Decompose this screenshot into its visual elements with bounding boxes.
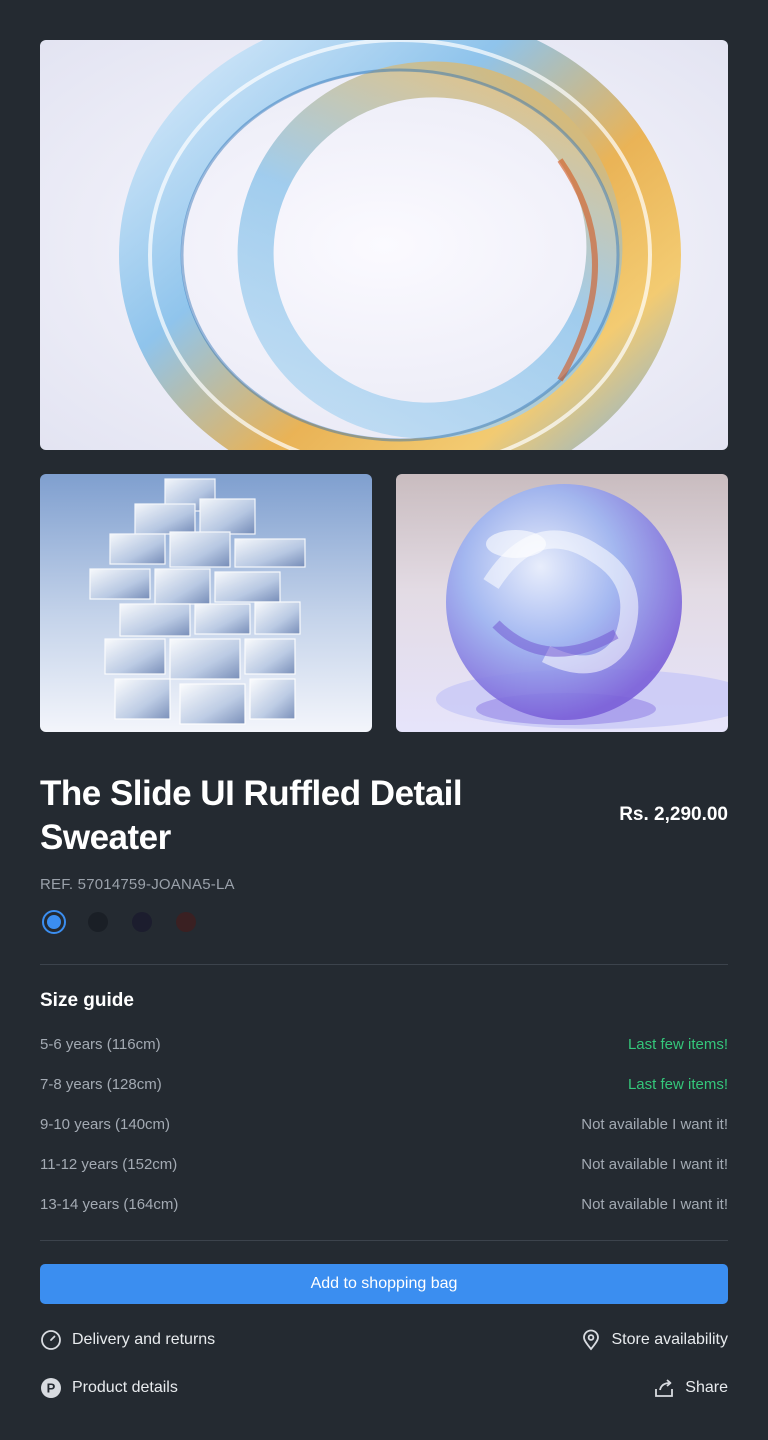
glass-sphere-image <box>396 474 728 732</box>
divider <box>40 964 728 965</box>
color-swatch-2[interactable] <box>86 910 110 934</box>
location-pin-icon <box>580 1329 602 1351</box>
size-label: 11-12 years (152cm) <box>40 1155 178 1173</box>
hero-image[interactable] <box>40 40 728 450</box>
color-swatches <box>42 910 198 934</box>
product-details-icon: P <box>40 1377 62 1399</box>
delivery-returns-label: Delivery and returns <box>72 1331 216 1348</box>
size-row[interactable]: 9-10 years (140cm) Not available I want … <box>40 1112 728 1136</box>
share-icon <box>653 1377 675 1399</box>
size-status[interactable]: Not available I want it! <box>581 1196 728 1213</box>
size-row[interactable]: 7-8 years (128cm) Last few items! <box>40 1072 728 1096</box>
size-status: Last few items! <box>627 1075 728 1093</box>
size-label: 13-14 years (164cm) <box>40 1195 179 1213</box>
size-status[interactable]: Not available I want it! <box>581 1116 728 1133</box>
divider <box>40 1240 728 1241</box>
add-to-bag-button[interactable]: Add to shopping bag <box>40 1264 728 1304</box>
size-status: Last few items! <box>627 1035 728 1053</box>
size-row[interactable]: 13-14 years (164cm) Not available I want… <box>40 1192 728 1216</box>
color-swatch-3[interactable] <box>130 910 154 934</box>
share-link[interactable]: Share <box>653 1377 728 1399</box>
product-title: The Slide UI Ruffled Detail Sweater <box>40 774 463 857</box>
thumbnail-image-1[interactable] <box>40 474 372 732</box>
product-reference: REF. 57014759-JOANA5-LA <box>40 876 235 893</box>
color-swatch-4[interactable] <box>174 910 198 934</box>
share-label: Share <box>685 1379 728 1396</box>
size-status[interactable]: Not available I want it! <box>581 1156 728 1173</box>
size-guide-title: Size guide <box>40 990 134 1011</box>
glass-ring-image <box>40 40 728 450</box>
glass-cubes-image <box>40 474 372 732</box>
size-row[interactable]: 11-12 years (152cm) Not available I want… <box>40 1152 728 1176</box>
product-details-label: Product details <box>72 1379 178 1396</box>
thumbnail-image-2[interactable] <box>396 474 728 732</box>
size-row[interactable]: 5-6 years (116cm) Last few items! <box>40 1032 728 1056</box>
size-label: 9-10 years (140cm) <box>40 1115 171 1133</box>
svg-text:P: P <box>47 1381 56 1396</box>
store-availability-link[interactable]: Store availability <box>580 1329 729 1351</box>
size-label: 5-6 years (116cm) <box>40 1035 161 1053</box>
store-availability-label: Store availability <box>611 1331 729 1348</box>
clock-icon <box>40 1329 62 1351</box>
delivery-returns-link[interactable]: Delivery and returns <box>40 1329 215 1351</box>
size-label: 7-8 years (128cm) <box>40 1075 162 1093</box>
product-details-link[interactable]: P Product details <box>40 1377 178 1399</box>
color-swatch-1[interactable] <box>42 910 66 934</box>
product-price: Rs. 2,290.00 <box>619 804 728 825</box>
